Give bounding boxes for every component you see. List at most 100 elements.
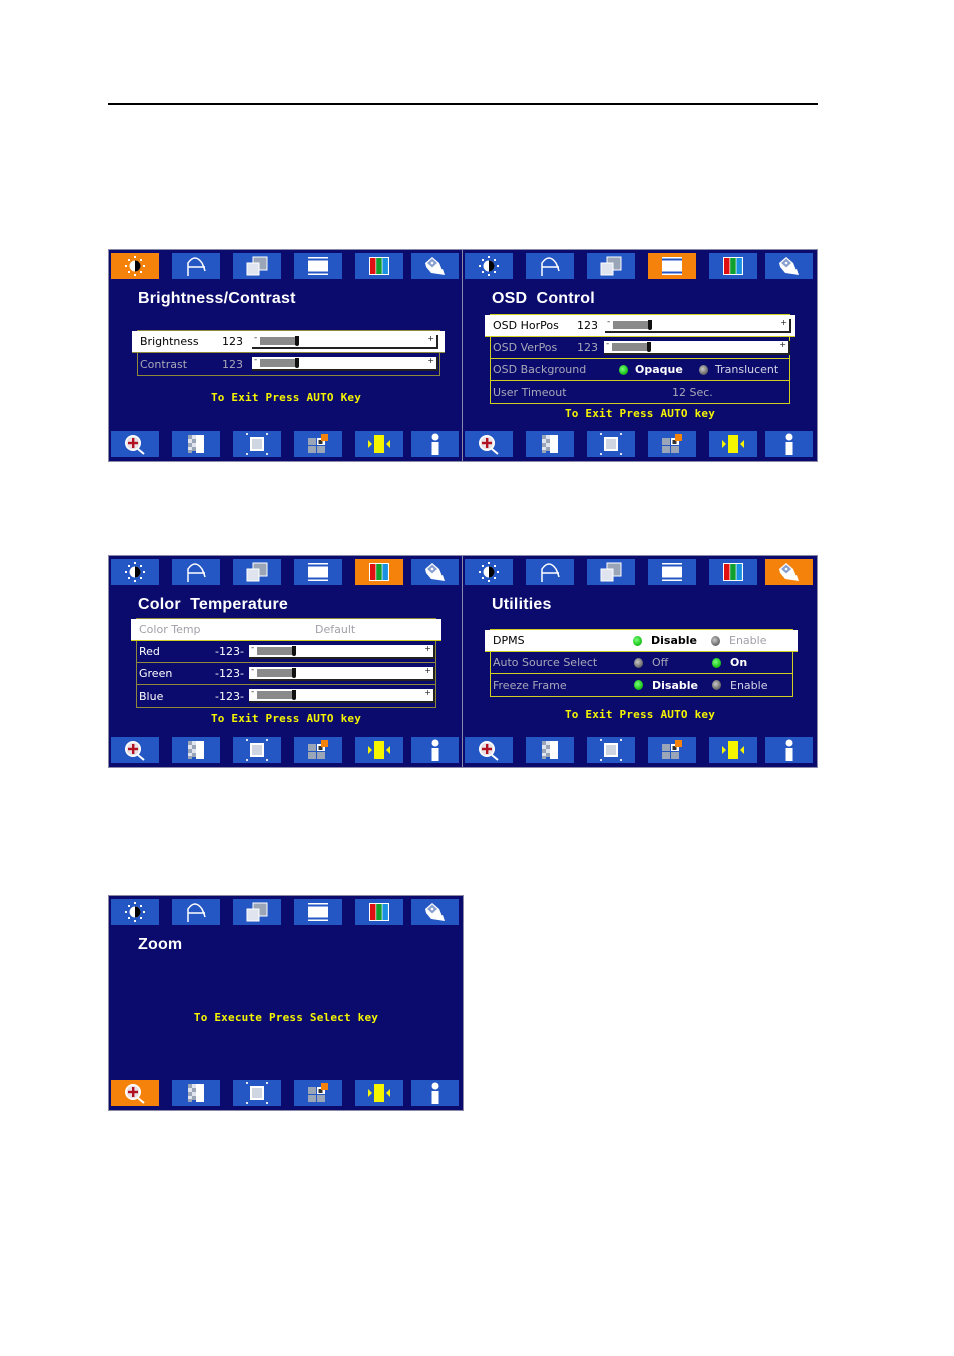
brightness-row[interactable]: Brightness 123 - + [132, 331, 445, 353]
tab-input-source[interactable] [355, 431, 403, 457]
radio-translucent[interactable] [699, 364, 708, 375]
tab-zoom[interactable] [465, 737, 513, 763]
tab-input-source[interactable] [709, 737, 757, 763]
slider-decrease[interactable]: - [607, 317, 610, 327]
tab-information[interactable] [765, 431, 813, 457]
option-freeze-enable[interactable]: Enable [730, 679, 767, 692]
option-dpms-enable[interactable]: Enable [729, 634, 766, 647]
contrast-row[interactable]: Contrast 123 - + [138, 353, 439, 375]
tab-pip[interactable] [294, 431, 342, 457]
tab-information[interactable] [411, 431, 459, 457]
auto-source-select-row[interactable]: Auto Source Select Off On [491, 652, 792, 674]
freeze-frame-row[interactable]: Freeze Frame Disable Enable [491, 674, 792, 696]
tab-brightness[interactable] [465, 559, 513, 585]
tab-pip[interactable] [648, 431, 696, 457]
radio-auto-source-off[interactable] [634, 657, 643, 668]
user-timeout-row[interactable]: User Timeout 12 Sec. [491, 381, 789, 403]
slider-decrease[interactable]: - [251, 687, 254, 697]
tab-sharpness[interactable] [172, 737, 220, 763]
tab-osd-control[interactable] [294, 559, 342, 585]
slider-decrease[interactable]: - [606, 339, 609, 349]
brightness-slider[interactable]: - + [252, 333, 438, 349]
radio-dpms-disable[interactable] [633, 635, 642, 646]
tab-osd-control[interactable] [648, 253, 696, 279]
slider-increase[interactable]: + [424, 666, 431, 675]
tab-osd-control[interactable] [294, 253, 342, 279]
tab-sharpness[interactable] [526, 431, 574, 457]
tab-image-size[interactable] [587, 737, 635, 763]
slider-thumb[interactable] [292, 667, 296, 678]
tab-utilities[interactable] [411, 559, 459, 585]
tab-osd-control[interactable] [294, 899, 342, 925]
tab-sharpness[interactable] [526, 737, 574, 763]
dpms-row[interactable]: DPMS Disable Enable [485, 630, 798, 652]
tab-image-setup[interactable] [172, 559, 220, 585]
tab-brightness[interactable] [465, 253, 513, 279]
slider-increase[interactable]: + [780, 318, 787, 327]
tab-image-size[interactable] [233, 431, 281, 457]
radio-opaque[interactable] [619, 364, 628, 375]
tab-information[interactable] [765, 737, 813, 763]
slider-thumb[interactable] [295, 335, 299, 346]
tab-utilities[interactable] [765, 559, 813, 585]
tab-image-size[interactable] [587, 431, 635, 457]
option-freeze-disable[interactable]: Disable [652, 679, 698, 692]
tab-image-size[interactable] [233, 737, 281, 763]
tab-osd-control[interactable] [648, 559, 696, 585]
slider-increase[interactable]: + [779, 340, 786, 349]
slider-decrease[interactable]: - [251, 643, 254, 653]
tab-input-source[interactable] [709, 431, 757, 457]
tab-image-properties[interactable] [587, 559, 635, 585]
option-translucent[interactable]: Translucent [715, 363, 778, 376]
tab-zoom[interactable] [111, 431, 159, 457]
osd-verpos-row[interactable]: OSD VerPos 123 - + [491, 337, 790, 359]
blue-slider[interactable]: - + [249, 687, 435, 703]
slider-thumb[interactable] [295, 358, 299, 368]
radio-auto-source-on[interactable] [712, 657, 721, 668]
tab-zoom[interactable] [465, 431, 513, 457]
tab-pip[interactable] [648, 737, 696, 763]
slider-thumb[interactable] [292, 690, 296, 700]
tab-utilities[interactable] [411, 899, 459, 925]
option-dpms-disable[interactable]: Disable [651, 634, 697, 647]
red-slider[interactable]: - + [249, 643, 435, 659]
osd-horpos-slider[interactable]: - + [605, 317, 791, 333]
slider-decrease[interactable]: - [254, 355, 257, 365]
blue-row[interactable]: Blue -123- - + [137, 685, 435, 707]
tab-utilities[interactable] [411, 253, 459, 279]
tab-color-temperature[interactable] [709, 253, 757, 279]
slider-thumb[interactable] [292, 645, 296, 656]
tab-color-temperature[interactable] [355, 253, 403, 279]
tab-sharpness[interactable] [172, 1080, 220, 1106]
tab-sharpness[interactable] [172, 431, 220, 457]
option-opaque[interactable]: Opaque [635, 363, 683, 376]
slider-increase[interactable]: + [427, 356, 434, 365]
osd-horpos-row[interactable]: OSD HorPos 123 - + [485, 315, 795, 337]
tab-input-source[interactable] [355, 1080, 403, 1106]
tab-color-temperature[interactable] [355, 559, 403, 585]
tab-utilities[interactable] [765, 253, 813, 279]
tab-color-temperature[interactable] [355, 899, 403, 925]
red-row[interactable]: Red -123- - + [137, 641, 435, 663]
tab-image-size[interactable] [233, 1080, 281, 1106]
tab-brightness[interactable] [111, 559, 159, 585]
contrast-slider[interactable]: - + [252, 355, 438, 371]
tab-image-setup[interactable] [526, 253, 574, 279]
tab-input-source[interactable] [355, 737, 403, 763]
radio-freeze-disable[interactable] [634, 680, 643, 690]
tab-image-setup[interactable] [526, 559, 574, 585]
tab-pip[interactable] [294, 1080, 342, 1106]
tab-zoom[interactable] [111, 1080, 159, 1106]
tab-brightness[interactable] [111, 899, 159, 925]
slider-increase[interactable]: + [427, 334, 434, 343]
slider-decrease[interactable]: - [251, 665, 254, 675]
tab-image-properties[interactable] [233, 559, 281, 585]
slider-increase[interactable]: + [424, 688, 431, 697]
slider-thumb[interactable] [648, 319, 652, 330]
green-slider[interactable]: - + [249, 665, 435, 681]
tab-color-temperature[interactable] [709, 559, 757, 585]
osd-background-row[interactable]: OSD Background Opaque Translucent [491, 359, 789, 381]
tab-brightness[interactable] [111, 253, 159, 279]
tab-image-properties[interactable] [233, 253, 281, 279]
option-auto-source-on[interactable]: On [730, 656, 747, 669]
